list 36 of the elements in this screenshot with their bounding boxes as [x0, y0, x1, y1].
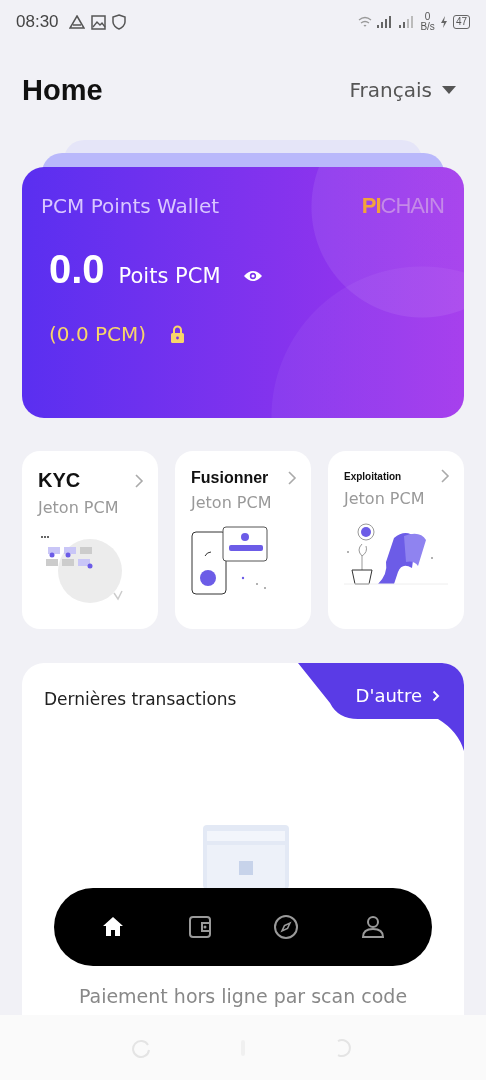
chevron-icon	[287, 471, 297, 485]
section-title: Dernières transactions	[44, 689, 237, 709]
chevron-icon	[432, 689, 440, 702]
eye-icon[interactable]	[242, 269, 263, 283]
speed-unit: B/s	[420, 22, 435, 32]
image-icon	[90, 14, 106, 30]
feature-title: Exploitation	[344, 470, 402, 482]
language-dropdown[interactable]: Français	[349, 78, 456, 102]
caret-icon	[442, 86, 456, 94]
balance-amount: 0.0	[49, 247, 105, 292]
chevron-icon	[440, 469, 450, 483]
wifi-icon	[358, 16, 373, 28]
charging-icon	[438, 15, 449, 29]
compass-icon	[272, 913, 301, 941]
page-title: Home	[22, 73, 103, 107]
lock-icon	[170, 325, 186, 343]
feature-title: Fusionner	[191, 469, 269, 487]
feature-title: KYC	[38, 469, 81, 492]
chevron-icon	[134, 473, 144, 488]
feature-card[interactable]: Exploitation Jeton PCM	[328, 451, 464, 629]
empty-state-text: Paiement hors ligne par scan code	[78, 985, 408, 1007]
speed-value: 0	[424, 12, 431, 22]
feature-subtitle: Jeton PCM	[191, 493, 273, 512]
feature-card[interactable]: KYC Jeton PCM	[22, 451, 158, 629]
more-link[interactable]: D'autre	[355, 685, 440, 706]
warning-icon	[68, 15, 85, 29]
shield-icon	[111, 14, 126, 30]
wallet-title: PCM Points Wallet	[41, 194, 220, 218]
battery-level: 47	[452, 15, 470, 29]
brand-logo: PICHAIN	[361, 193, 444, 219]
balance-unit: Poits PCM	[118, 264, 221, 288]
feature-subtitle: Jeton PCM	[344, 489, 426, 508]
feature-subtitle: Jeton PCM	[38, 498, 120, 517]
status-time: 08:30	[16, 12, 59, 32]
locked-balance: (0.0 PCM)	[49, 322, 147, 346]
feature-card[interactable]: Fusionner Jeton PCM	[175, 451, 311, 629]
